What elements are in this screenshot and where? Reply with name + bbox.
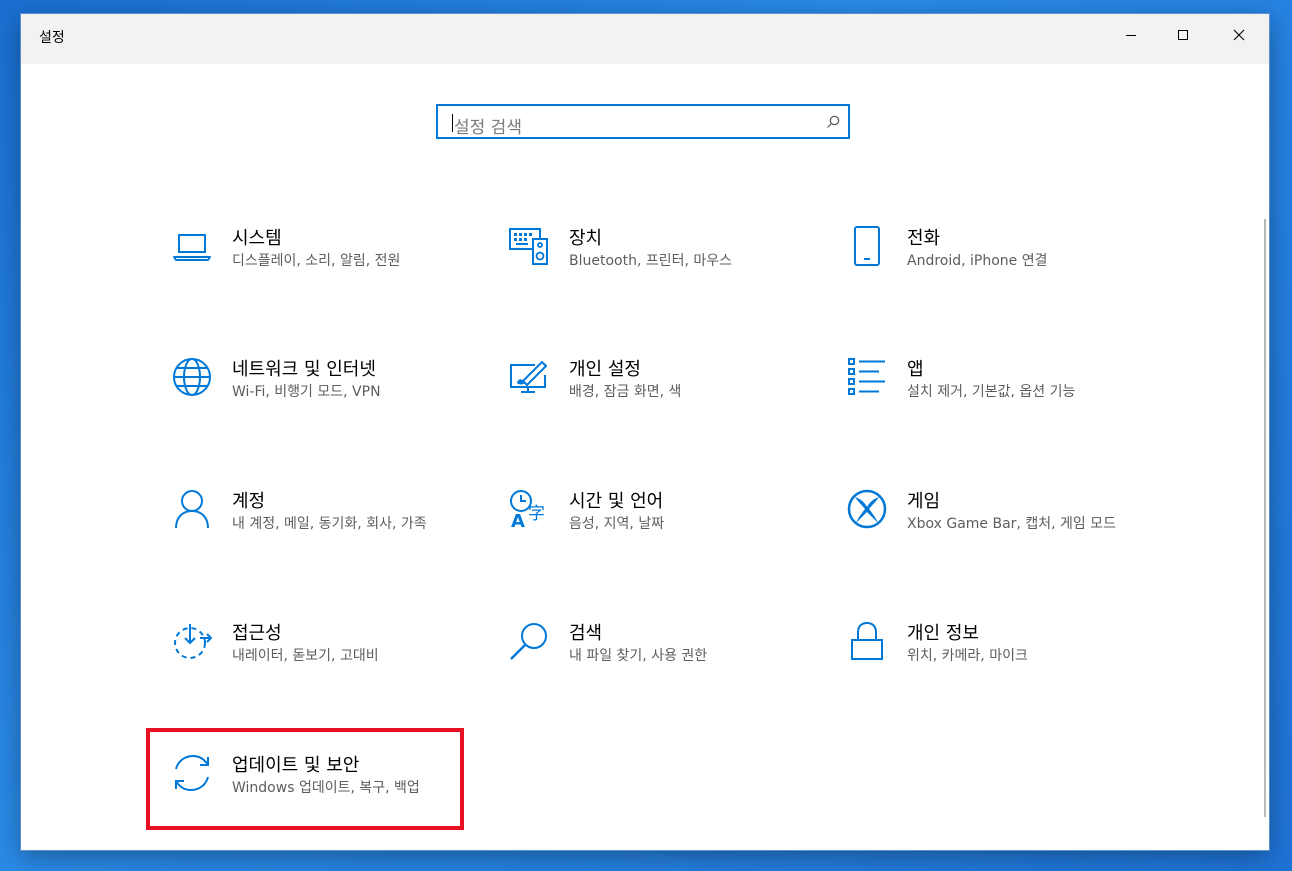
category-apps[interactable]: 앱 설치 제거, 기본값, 옵션 기능 — [845, 355, 1155, 445]
category-description: 내레이터, 돋보기, 고대비 — [232, 648, 379, 664]
search-placeholder: 설정 검색 — [454, 118, 522, 138]
devices-icon — [507, 224, 551, 268]
lock-icon — [845, 619, 889, 663]
search-icon — [507, 619, 551, 663]
category-description: 위치, 카메라, 마이크 — [907, 648, 1028, 664]
category-label: 검색 — [569, 623, 603, 644]
category-system[interactable]: 시스템 디스플레이, 소리, 알림, 전원 — [170, 224, 480, 314]
category-description: 음성, 지역, 날짜 — [569, 516, 665, 532]
category-description: Bluetooth, 프린터, 마우스 — [569, 253, 733, 269]
category-label: 앱 — [907, 359, 924, 380]
svg-text:字: 字 — [528, 504, 545, 524]
highlight-box — [146, 728, 464, 830]
svg-text:A: A — [511, 511, 525, 529]
minimize-icon — [1126, 35, 1136, 36]
ease-of-access-icon — [170, 619, 214, 663]
globe-icon — [170, 355, 214, 399]
category-devices[interactable]: 장치 Bluetooth, 프린터, 마우스 — [507, 224, 817, 314]
laptop-icon — [170, 224, 214, 268]
category-label: 개인 설정 — [569, 359, 641, 380]
category-gaming[interactable]: 게임 Xbox Game Bar, 캡처, 게임 모드 — [845, 487, 1155, 577]
maximize-button[interactable] — [1155, 14, 1211, 56]
scrollbar[interactable] — [1264, 219, 1266, 817]
category-network[interactable]: 네트워크 및 인터넷 Wi-Fi, 비행기 모드, VPN — [170, 355, 480, 445]
time-language-icon: A 字 — [507, 487, 551, 531]
paint-icon — [507, 355, 551, 399]
category-description: 배경, 잠금 화면, 색 — [569, 384, 682, 400]
apps-list-icon — [845, 355, 889, 399]
xbox-icon — [845, 487, 889, 531]
category-accounts[interactable]: 계정 내 계정, 메일, 동기화, 회사, 가족 — [170, 487, 480, 577]
category-description: Wi-Fi, 비행기 모드, VPN — [232, 384, 381, 400]
close-button[interactable] — [1211, 14, 1267, 56]
settings-window: 설정 설정 검색 시스템 디스플레이, 소리, 알림, 전원 장치 Blueto… — [21, 14, 1269, 850]
search-input[interactable]: 설정 검색 — [436, 104, 850, 139]
category-label: 네트워크 및 인터넷 — [232, 359, 376, 380]
category-personalization[interactable]: 개인 설정 배경, 잠금 화면, 색 — [507, 355, 817, 445]
category-privacy[interactable]: 개인 정보 위치, 카메라, 마이크 — [845, 619, 1155, 709]
window-title: 설정 — [39, 30, 65, 46]
category-ease-of-access[interactable]: 접근성 내레이터, 돋보기, 고대비 — [170, 619, 480, 709]
category-label: 전화 — [907, 228, 941, 249]
category-description: 디스플레이, 소리, 알림, 전원 — [232, 253, 401, 269]
category-label: 시간 및 언어 — [569, 491, 664, 512]
minimize-button[interactable] — [1103, 14, 1159, 56]
category-description: 내 계정, 메일, 동기화, 회사, 가족 — [232, 516, 427, 532]
category-description: Xbox Game Bar, 캡처, 게임 모드 — [907, 516, 1116, 532]
search-icon[interactable] — [826, 115, 840, 129]
category-phone[interactable]: 전화 Android, iPhone 연결 — [845, 224, 1155, 314]
category-label: 계정 — [232, 491, 266, 512]
category-description: 설치 제거, 기본값, 옵션 기능 — [907, 384, 1076, 400]
phone-icon — [845, 224, 889, 268]
category-label: 시스템 — [232, 228, 282, 249]
category-search[interactable]: 검색 내 파일 찾기, 사용 권한 — [507, 619, 817, 709]
category-description: Android, iPhone 연결 — [907, 253, 1048, 269]
category-description: 내 파일 찾기, 사용 권한 — [569, 648, 708, 664]
text-caret — [452, 114, 453, 132]
category-label: 접근성 — [232, 623, 282, 644]
category-time-language[interactable]: A 字 시간 및 언어 음성, 지역, 날짜 — [507, 487, 817, 577]
person-icon — [170, 487, 214, 531]
category-label: 개인 정보 — [907, 623, 979, 644]
maximize-icon — [1178, 30, 1188, 40]
title-bar: 설정 — [21, 14, 1269, 64]
category-label: 장치 — [569, 228, 603, 249]
category-label: 게임 — [907, 491, 941, 512]
close-icon — [1233, 29, 1245, 41]
